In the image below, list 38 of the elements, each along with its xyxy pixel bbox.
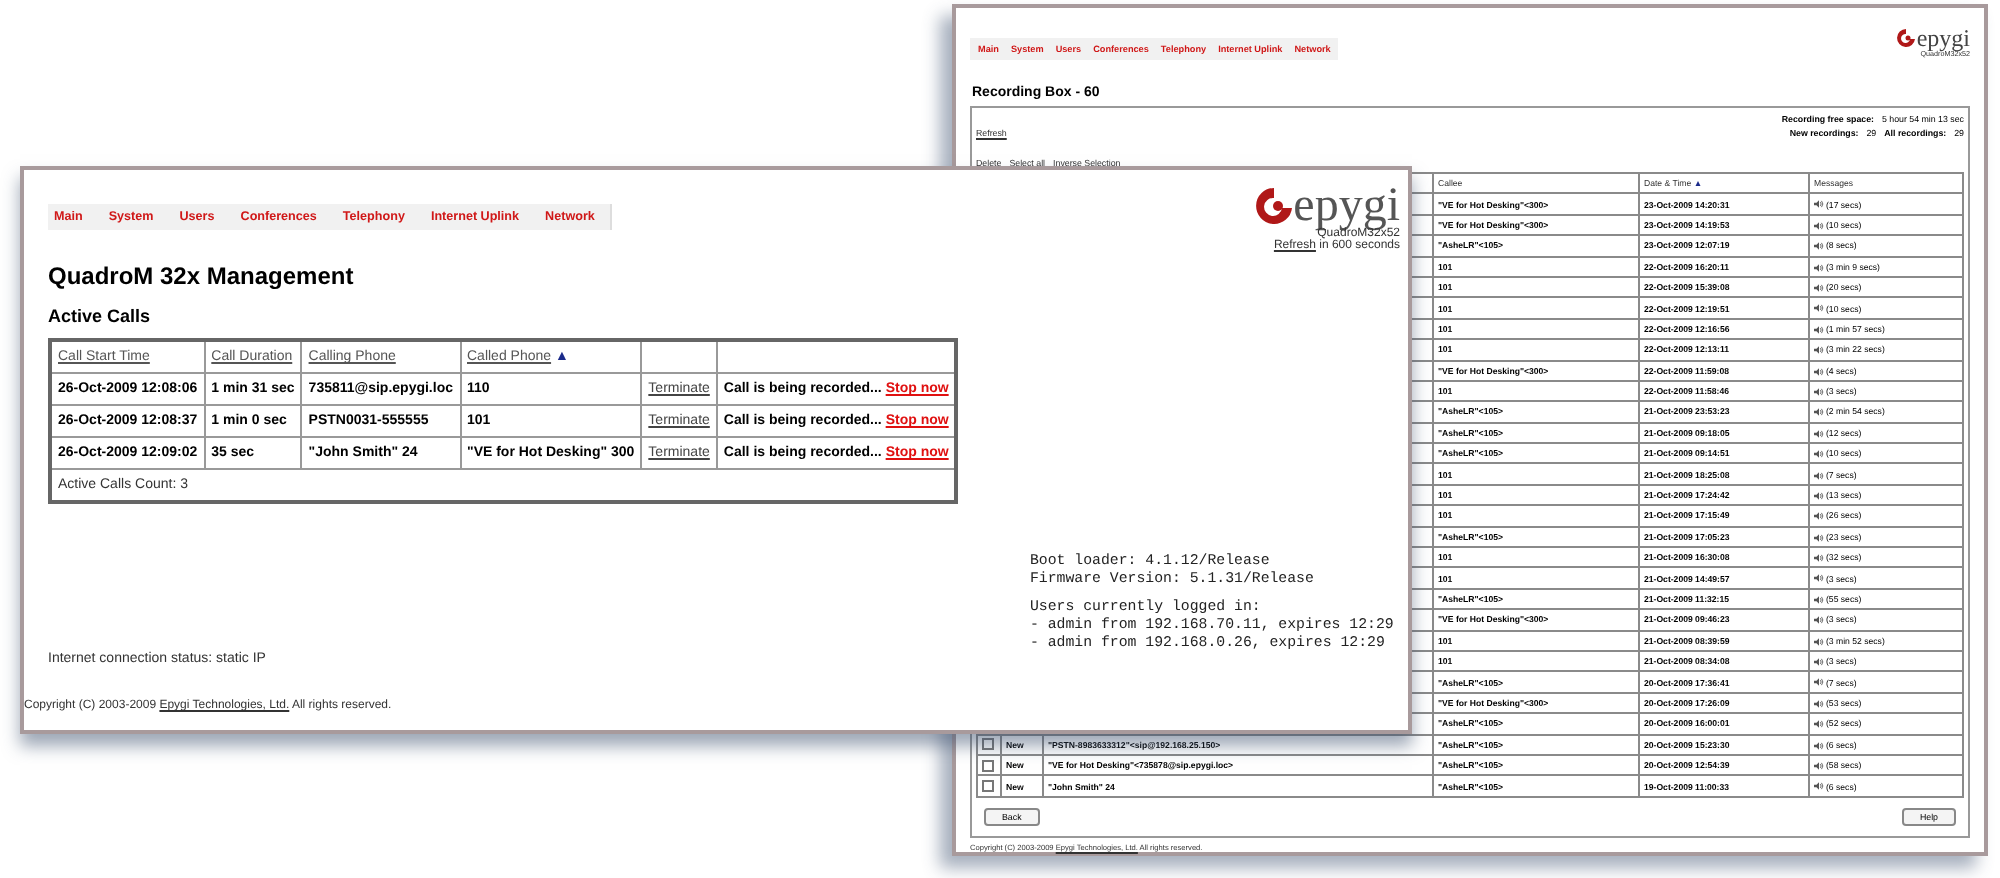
speaker-icon: [1814, 367, 1824, 376]
speaker-icon: [1814, 720, 1824, 729]
speaker-icon: [1814, 450, 1824, 459]
speaker-icon: [1814, 616, 1824, 625]
speaker-icon: [1814, 658, 1824, 667]
speaker-icon: [1814, 678, 1824, 687]
row-checkbox[interactable]: [982, 759, 994, 772]
brand-name: epygi: [1916, 26, 1970, 50]
speaker-icon: [1814, 242, 1824, 251]
speaker-icon: [1814, 387, 1824, 396]
row-checkbox[interactable]: [982, 780, 994, 793]
speaker-icon: [1814, 637, 1824, 646]
speaker-icon: [1814, 200, 1824, 209]
speaker-icon: [1814, 699, 1824, 708]
speaker-icon: [1814, 304, 1824, 313]
speaker-icon: [1814, 263, 1824, 272]
swirl-logo-icon: [1896, 28, 1917, 48]
speaker-icon: [1814, 512, 1824, 521]
speaker-icon: [1814, 741, 1824, 750]
speaker-icon: [1814, 595, 1824, 604]
speaker-icon: [1814, 325, 1824, 334]
speaker-icon: [1814, 471, 1824, 480]
brand-name: epygi: [1293, 184, 1400, 228]
swirl-logo-icon: [1253, 186, 1294, 226]
row-checkbox[interactable]: [982, 738, 994, 751]
speaker-icon: [1814, 533, 1824, 542]
speaker-icon: [1814, 429, 1824, 438]
speaker-icon: [1814, 782, 1824, 791]
speaker-icon: [1814, 346, 1824, 355]
section-title: Active Calls: [48, 306, 153, 326]
speaker-icon: [1814, 221, 1824, 230]
speaker-icon: [1814, 284, 1824, 292]
speaker-icon: [1814, 761, 1824, 770]
speaker-icon: [1814, 491, 1824, 500]
speaker-icon: [1814, 408, 1824, 417]
page-title: QuadroM 32x Management: [48, 262, 356, 290]
speaker-icon: [1814, 574, 1824, 583]
speaker-icon: [1814, 554, 1824, 563]
